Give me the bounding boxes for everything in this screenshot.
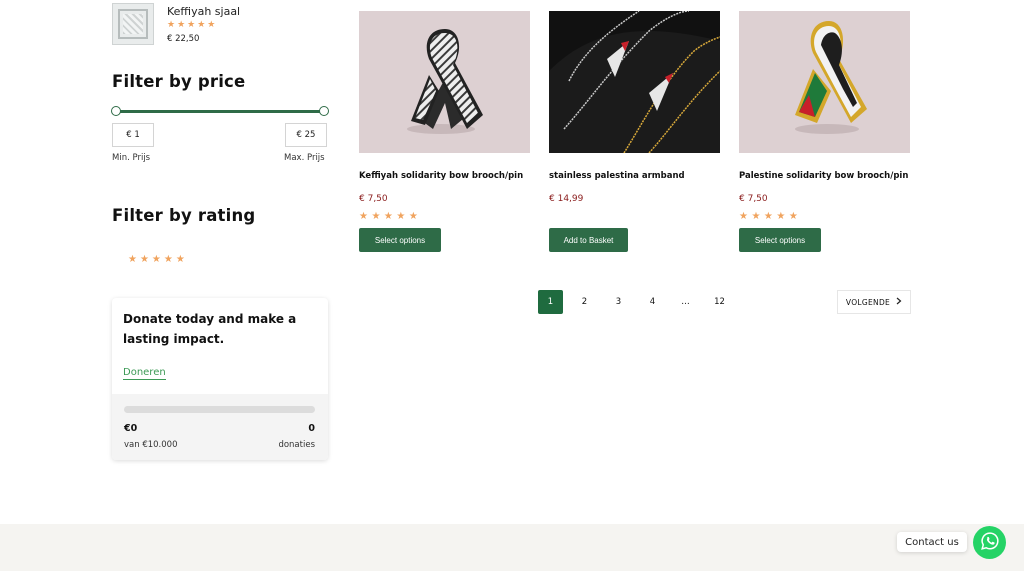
select-options-button[interactable]: Select options	[739, 228, 821, 252]
page-link-3[interactable]: 3	[606, 290, 631, 314]
donate-title: Donate today and make a lasting impact.	[123, 312, 297, 346]
contact-us-label[interactable]: Contact us	[897, 532, 967, 552]
add-to-basket-button[interactable]: Add to Basket	[549, 228, 628, 252]
min-price-label: Min. Prijs	[112, 153, 151, 163]
next-page-label: VOLGENDE	[845, 297, 891, 307]
select-options-button[interactable]: Select options	[359, 228, 441, 252]
whatsapp-button[interactable]	[973, 526, 1006, 559]
donation-count-label: donaties	[278, 440, 315, 450]
donation-count: 0	[308, 423, 315, 434]
next-page-button[interactable]: VOLGENDE	[837, 290, 911, 314]
top-product-price: € 22,50	[167, 34, 200, 44]
product-price: € 7,50	[359, 194, 388, 204]
page-link-1[interactable]: 1	[538, 290, 563, 314]
product-thumbnail-keffiyah-sjaal[interactable]	[112, 3, 154, 45]
price-slider-min-handle[interactable]	[111, 106, 121, 116]
filter-rating-title: Filter by rating	[112, 206, 256, 225]
chevron-right-icon	[896, 297, 902, 307]
product-price: € 14,99	[549, 194, 584, 204]
filter-price-title: Filter by price	[112, 72, 246, 91]
donation-progress-bar	[124, 406, 315, 413]
page-link-2[interactable]: 2	[572, 290, 597, 314]
footer-band	[0, 524, 1024, 571]
price-slider-max-handle[interactable]	[319, 106, 329, 116]
page-link-12[interactable]: 12	[707, 290, 732, 314]
palestine-ribbon-pin-image	[795, 21, 867, 134]
min-price-input[interactable]: € 1	[112, 123, 154, 147]
product-image-keffiyah-bow[interactable]	[359, 11, 530, 153]
top-product-name[interactable]: Keffiyah sjaal	[167, 5, 240, 18]
product-name[interactable]: stainless palestina armband	[549, 171, 685, 181]
donation-goal: van €10.000	[124, 440, 178, 450]
product-image-palestina-armband[interactable]	[549, 11, 720, 153]
price-slider-track[interactable]	[116, 110, 324, 113]
keffiyah-ribbon-pin-image	[407, 29, 483, 134]
max-price-input[interactable]: € 25	[285, 123, 327, 147]
page-ellipsis: …	[681, 297, 690, 307]
rating-filter-five-stars[interactable]: ★★★★★	[128, 254, 188, 265]
product-rating: ★★★★★	[359, 211, 422, 222]
product-name[interactable]: Palestine solidarity bow brooch/pin	[739, 171, 908, 181]
product-rating: ★★★★★	[739, 211, 802, 222]
donate-stats: €0 van €10.000 0 donaties	[112, 394, 328, 460]
top-product-rating: ★★★★★	[167, 20, 218, 30]
donation-raised: €0	[124, 423, 138, 434]
donate-link[interactable]: Doneren	[123, 367, 166, 380]
product-name[interactable]: Keffiyah solidarity bow brooch/pin	[359, 171, 523, 181]
donate-card: Donate today and make a lasting impact. …	[112, 298, 328, 460]
whatsapp-icon	[980, 531, 1000, 555]
page-link-4[interactable]: 4	[640, 290, 665, 314]
product-price: € 7,50	[739, 194, 768, 204]
armband-photo-image	[549, 11, 720, 153]
max-price-label: Max. Prijs	[284, 153, 325, 163]
product-image-palestine-bow[interactable]	[739, 11, 910, 153]
